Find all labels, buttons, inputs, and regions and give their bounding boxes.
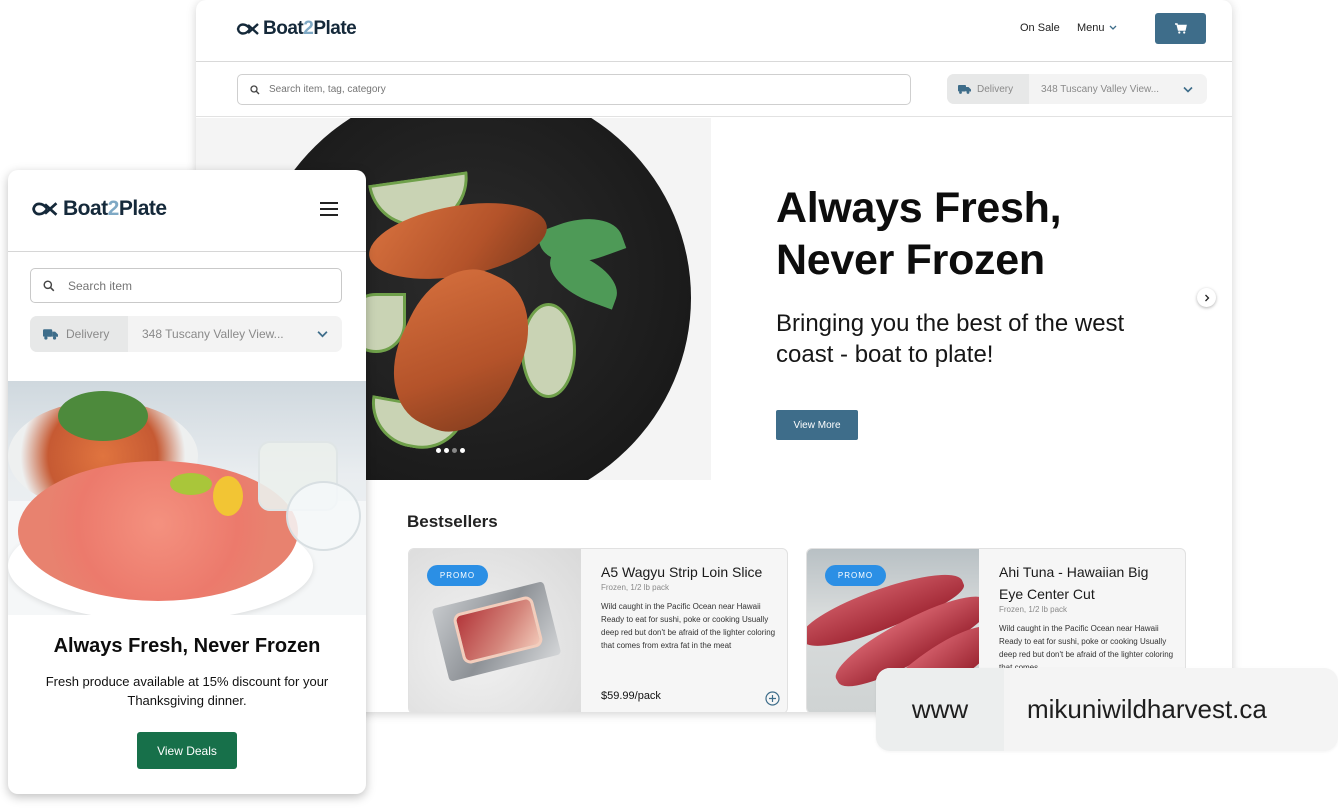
view-more-button[interactable]: View More	[776, 410, 858, 440]
product-card[interactable]: PROMO A5 Wagyu Strip Loin Slice Frozen, …	[408, 548, 788, 712]
brand-logo[interactable]: Boat 2 Plate	[236, 18, 357, 40]
mobile-delivery-selector[interactable]: Delivery 348 Tuscany Valley View...	[30, 316, 342, 352]
mobile-promo-title: Always Fresh, Never Frozen	[53, 635, 321, 657]
hero-title: Always Fresh, Never Frozen	[776, 184, 1062, 284]
truck-icon	[43, 328, 58, 340]
hamburger-menu-icon[interactable]	[320, 202, 338, 216]
carousel-indicators	[436, 448, 465, 453]
desktop-search-field[interactable]	[237, 74, 911, 105]
mobile-hero-image-shrimp-platter	[8, 381, 366, 615]
bestsellers-heading: Bestsellers	[407, 512, 498, 531]
promo-badge: PROMO	[825, 565, 886, 586]
product-name[interactable]: A5 Wagyu Strip Loin Slice	[601, 561, 777, 583]
product-price: $59.99/pack	[601, 690, 661, 702]
delivery-mode[interactable]: Delivery	[30, 316, 128, 352]
hero-subtitle: Bringing you the best of the west coast …	[776, 310, 1125, 368]
product-description: Wild caught in the Pacific Ocean near Ha…	[999, 624, 1174, 672]
search-icon	[250, 84, 260, 94]
carousel-dot-active[interactable]	[452, 448, 457, 453]
chevron-down-icon	[317, 331, 328, 338]
mobile-window: Boat2Plate Delivery 348 Tuscany Valley V…	[8, 170, 366, 794]
fish-icon	[236, 23, 259, 35]
mobile-search-input[interactable]	[68, 278, 337, 293]
truck-icon	[958, 84, 971, 94]
brand-logo[interactable]: Boat 2 Plate	[30, 197, 167, 221]
product-image-wagyu: PROMO	[409, 549, 581, 712]
cart-button[interactable]	[1155, 13, 1206, 44]
desktop-search-input[interactable]	[269, 84, 863, 95]
chevron-down-icon	[1109, 25, 1116, 30]
desktop-header: Boat 2 Plate On Sale Menu	[196, 0, 1232, 62]
nav-on-sale[interactable]: On Sale	[1020, 22, 1060, 34]
desktop-delivery-selector[interactable]: Delivery 348 Tuscany Valley View...	[947, 74, 1207, 104]
fish-icon	[32, 202, 58, 216]
carousel-dot[interactable]	[460, 448, 465, 453]
url-domain: mikuniwildharvest.ca	[1027, 694, 1267, 724]
delivery-address: 348 Tuscany Valley View...	[1041, 83, 1160, 95]
product-description: Wild caught in the Pacific Ocean near Ha…	[601, 602, 776, 650]
carousel-dot[interactable]	[444, 448, 449, 453]
carousel-dot[interactable]	[436, 448, 441, 453]
nav-menu[interactable]: Menu	[1077, 22, 1117, 34]
mobile-search-field[interactable]	[30, 268, 342, 303]
mobile-header: Boat 2 Plate	[8, 170, 366, 252]
product-meta: Frozen, 1/2 lb pack	[601, 583, 670, 592]
delivery-mode[interactable]: Delivery	[947, 74, 1029, 104]
website-url-badge: www mikuniwildharvest.ca	[876, 668, 1338, 751]
cart-icon	[1174, 23, 1187, 34]
view-deals-button[interactable]: View Deals	[137, 732, 237, 769]
promo-badge: PROMO	[427, 565, 488, 586]
product-meta: Frozen, 1/2 lb pack	[999, 605, 1068, 614]
desktop-search-bar: Delivery 348 Tuscany Valley View...	[196, 63, 1232, 117]
url-prefix: www	[876, 668, 1004, 751]
chevron-down-icon	[1183, 86, 1193, 93]
product-name[interactable]: Ahi Tuna - Hawaiian Big Eye Center Cut	[999, 561, 1175, 605]
search-icon	[43, 279, 55, 291]
delivery-address: 348 Tuscany Valley View...	[142, 327, 284, 341]
add-to-cart-icon[interactable]	[765, 691, 780, 706]
mobile-promo-subtitle: Fresh produce available at 15% discount …	[45, 674, 329, 708]
carousel-next-button[interactable]	[1197, 288, 1216, 307]
chevron-right-icon	[1204, 294, 1209, 301]
